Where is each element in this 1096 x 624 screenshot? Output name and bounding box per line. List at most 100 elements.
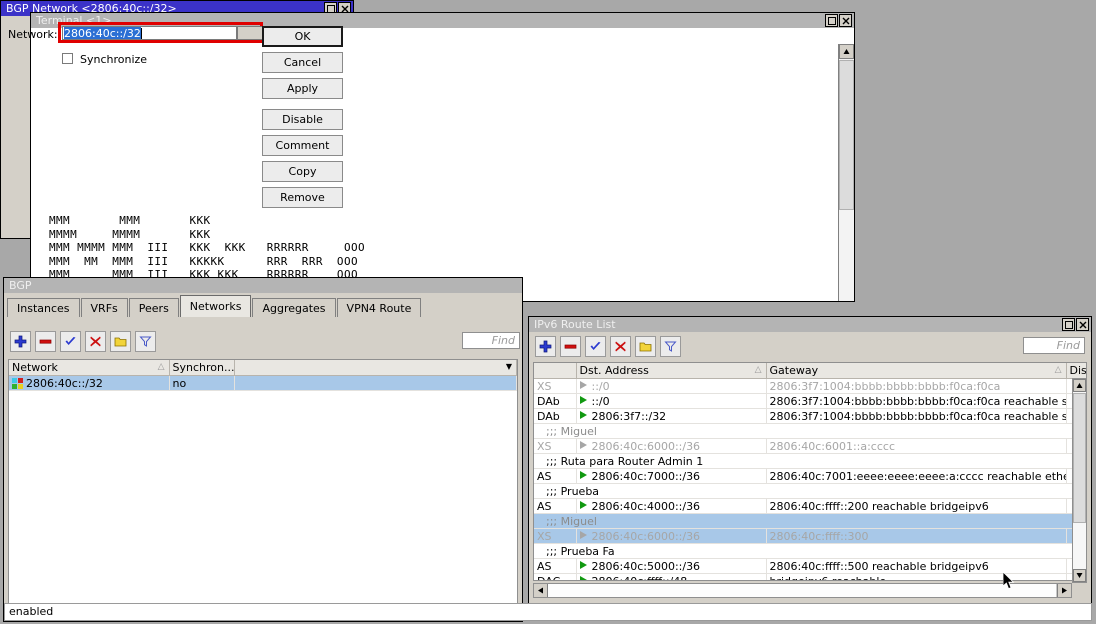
- route-titlebar[interactable]: IPv6 Route List: [529, 317, 1091, 332]
- disable-button[interactable]: Disable: [262, 109, 343, 130]
- cell-flags: XS: [534, 439, 576, 454]
- ipv6-routes-grid[interactable]: Dst. Address △ Gateway △ Distance XS::/0…: [533, 362, 1087, 581]
- table-row[interactable]: DAb2806:3f7::/322806:3f7:1004:bbbb:bbbb:…: [534, 409, 1087, 424]
- table-row[interactable]: XS::/02806:3f7:1004:bbbb:bbbb:bbbb:f0ca:…: [534, 379, 1087, 394]
- terminal-ascii-banner: MMM MMM KKK MMMM MMMM KKK MMM MMMM MMM I…: [49, 214, 365, 282]
- column-header-flags[interactable]: [534, 363, 576, 379]
- comment-row[interactable]: ;;; Miguel: [534, 514, 1087, 529]
- enable-button[interactable]: [60, 331, 81, 352]
- enable-button[interactable]: [585, 336, 606, 357]
- table-row[interactable]: AS2806:40c:4000::/362806:40c:ffff::200 r…: [534, 499, 1087, 514]
- maximize-icon[interactable]: [1062, 318, 1075, 331]
- scroll-left-icon[interactable]: [534, 584, 548, 597]
- cancel-button[interactable]: Cancel: [262, 52, 343, 73]
- cell-flags: DAb: [534, 409, 576, 424]
- tab-aggregates[interactable]: Aggregates: [252, 298, 335, 317]
- cell-flags: AS: [534, 469, 576, 484]
- cell-dst-address: 2806:40c:5000::/36: [576, 559, 766, 574]
- comment-row[interactable]: ;;; Prueba Fa: [534, 544, 1087, 559]
- tab-peers[interactable]: Peers: [129, 298, 179, 317]
- route-toolbar[interactable]: [535, 335, 681, 357]
- cell-dst-address: ::/0: [576, 379, 766, 394]
- route-horizontal-scrollbar[interactable]: [533, 583, 1072, 598]
- bgp-networks-grid[interactable]: Network △ Synchron... ▼: [8, 359, 518, 617]
- remove-button[interactable]: [35, 331, 56, 352]
- copy-button[interactable]: Copy: [262, 161, 343, 182]
- ok-button[interactable]: OK: [262, 26, 343, 47]
- chevron-down-icon[interactable]: ▼: [506, 362, 512, 371]
- bgp-titlebar[interactable]: BGP: [4, 278, 522, 293]
- tab-vpn4-routes[interactable]: VPN4 Route: [337, 298, 422, 317]
- table-row[interactable]: DAb::/02806:3f7:1004:bbbb:bbbb:bbbb:f0ca…: [534, 394, 1087, 409]
- synchronize-label: Synchronize: [80, 53, 147, 66]
- route-find-input[interactable]: Find: [1023, 337, 1085, 354]
- dialog-status-bar: enabled: [4, 603, 1092, 621]
- column-header-distance[interactable]: Distance: [1066, 363, 1087, 379]
- column-header-dst-address[interactable]: Dst. Address △: [576, 363, 766, 379]
- table-row[interactable]: AS2806:40c:7000::/362806:40c:7001:eeee:e…: [534, 469, 1087, 484]
- table-row[interactable]: XS2806:40c:6000::/362806:40c:6001::a:ccc…: [534, 439, 1087, 454]
- text-caret: [141, 28, 142, 39]
- bgp-window[interactable]: BGP Instances VRFs Peers Networks Aggreg…: [3, 277, 523, 622]
- route-scroll-thumb[interactable]: [1073, 393, 1086, 523]
- apply-button[interactable]: Apply: [262, 78, 343, 99]
- column-header-spacer: ▼: [234, 360, 517, 376]
- route-vertical-scrollbar[interactable]: [1072, 378, 1087, 583]
- terminal-vertical-scrollbar[interactable]: [838, 44, 854, 301]
- filter-button[interactable]: [660, 336, 681, 357]
- terminal-body[interactable]: MMM MMM KKK MMMM MMMM KKK MMM MMMM MMM I…: [31, 28, 854, 301]
- cell-gateway: 2806:3f7:1004:bbbb:bbbb:bbbb:f0ca:f0ca: [766, 379, 1066, 394]
- network-input[interactable]: 2806:40c::/32: [62, 26, 237, 40]
- column-header-network[interactable]: Network △: [9, 360, 169, 376]
- add-button[interactable]: [535, 336, 556, 357]
- scroll-down-icon[interactable]: [1073, 569, 1086, 582]
- scroll-right-icon[interactable]: [1057, 584, 1071, 597]
- bgp-find-input[interactable]: Find: [462, 332, 520, 349]
- bgp-toolbar[interactable]: [10, 330, 156, 352]
- column-header-synchronize[interactable]: Synchron...: [169, 360, 234, 376]
- tab-vrfs[interactable]: VRFs: [81, 298, 128, 317]
- comment-row[interactable]: ;;; Miguel: [534, 424, 1087, 439]
- route-hscroll-thumb[interactable]: [548, 584, 1057, 597]
- table-row[interactable]: 2806:40c::/32 no: [9, 376, 517, 391]
- comment-button[interactable]: [110, 331, 131, 352]
- table-header-row: Network △ Synchron... ▼: [9, 360, 517, 376]
- close-icon[interactable]: [839, 14, 852, 27]
- comment-row[interactable]: ;;; Prueba: [534, 484, 1087, 499]
- table-row[interactable]: XS2806:40c:6000::/362806:40c:ffff::300: [534, 529, 1087, 544]
- synchronize-checkbox[interactable]: [62, 53, 73, 64]
- cell-synchronize: no: [169, 376, 234, 391]
- route-arrow-icon: [580, 396, 587, 404]
- add-button[interactable]: [10, 331, 31, 352]
- filter-button[interactable]: [135, 331, 156, 352]
- column-header-gateway[interactable]: Gateway △: [766, 363, 1066, 379]
- scroll-up-icon[interactable]: [839, 44, 854, 59]
- bgp-tabs[interactable]: Instances VRFs Peers Networks Aggregates…: [7, 295, 422, 317]
- tab-instances[interactable]: Instances: [7, 298, 80, 317]
- cell-gateway: 2806:40c:ffff::500 reachable bridgeipv6: [766, 559, 1066, 574]
- comment-row[interactable]: ;;; Ruta para Router Admin 1: [534, 454, 1087, 469]
- terminal-window[interactable]: Terminal <1> MMM MMM KKK MMMM MMMM KKK M…: [30, 12, 855, 302]
- comment-button[interactable]: Comment: [262, 135, 343, 156]
- tab-networks[interactable]: Networks: [180, 295, 252, 317]
- cell-flags: XS: [534, 529, 576, 544]
- route-window-title: IPv6 Route List: [534, 317, 1062, 332]
- cell-comment: ;;; Miguel: [534, 514, 1087, 529]
- remove-button[interactable]: Remove: [262, 187, 343, 208]
- cell-comment: ;;; Prueba: [534, 484, 1087, 499]
- cell-dst-address: 2806:40c:6000::/36: [576, 439, 766, 454]
- disable-button[interactable]: [610, 336, 631, 357]
- remove-button[interactable]: [560, 336, 581, 357]
- route-arrow-icon: [580, 501, 587, 509]
- scroll-up-icon[interactable]: [1073, 379, 1086, 392]
- cell-dst-address: 2806:40c:ffff::/48: [576, 574, 766, 582]
- cell-dst-address: ::/0: [576, 394, 766, 409]
- comment-button[interactable]: [635, 336, 656, 357]
- route-arrow-icon: [580, 471, 587, 479]
- network-icon: [12, 378, 23, 389]
- maximize-icon[interactable]: [825, 14, 838, 27]
- terminal-scroll-thumb[interactable]: [839, 60, 854, 210]
- disable-button[interactable]: [85, 331, 106, 352]
- network-input-dropdown-area[interactable]: [237, 26, 263, 40]
- close-icon[interactable]: [1076, 318, 1089, 331]
